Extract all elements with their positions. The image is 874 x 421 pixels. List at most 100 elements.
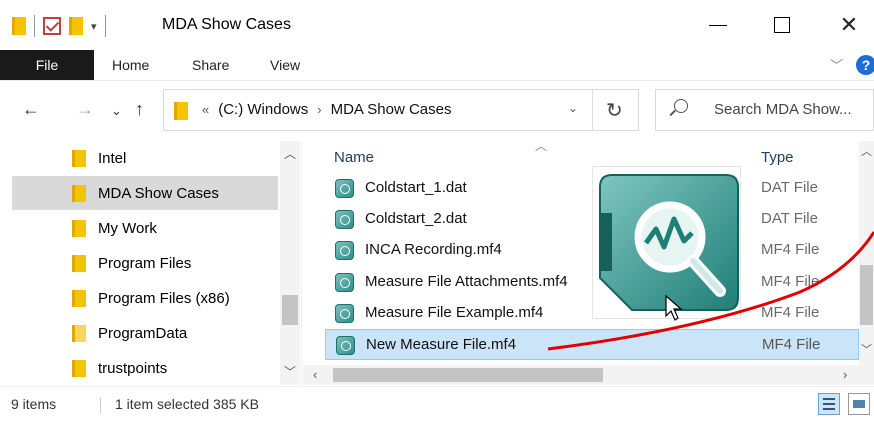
- address-dropdown-icon[interactable]: ⌄: [568, 101, 578, 115]
- divider: [100, 397, 101, 413]
- folder-icon: [72, 219, 86, 237]
- large-icons-view-icon: [853, 400, 865, 408]
- scroll-up-icon[interactable]: ︿: [861, 143, 872, 159]
- scroll-down-icon[interactable]: ﹀: [861, 341, 872, 357]
- file-list-horizontal-scrollbar[interactable]: ‹ ›: [303, 365, 874, 385]
- scrollbar-thumb[interactable]: [333, 368, 603, 382]
- sidebar-item-label: Program Files: [98, 254, 192, 272]
- new-folder-icon[interactable]: [69, 17, 83, 35]
- overflow-chevron-icon[interactable]: «: [202, 102, 209, 117]
- sidebar-item-label: My Work: [98, 219, 157, 237]
- status-bar: 9 items 1 item selected 385 KB: [0, 386, 874, 421]
- details-view-icon: [823, 408, 835, 410]
- selection-info: 1 item selected 385 KB: [115, 396, 259, 412]
- mda-file-icon: [336, 336, 355, 355]
- sidebar-item-label: trustpoints: [98, 359, 168, 377]
- file-list-vertical-scrollbar[interactable]: ︿ ﹀: [859, 141, 874, 365]
- scroll-right-icon[interactable]: ›: [843, 367, 847, 382]
- mda-file-icon: [335, 241, 354, 260]
- mda-file-icon: [335, 179, 354, 198]
- scroll-left-icon[interactable]: ‹: [313, 367, 317, 382]
- tab-view[interactable]: View: [270, 57, 300, 73]
- search-input[interactable]: Search MDA Show...: [714, 101, 852, 118]
- sidebar-scrollbar[interactable]: ︿ ﹀: [280, 141, 300, 385]
- scrollbar-thumb[interactable]: [282, 295, 298, 325]
- tab-file[interactable]: File: [0, 50, 94, 80]
- quick-access-toolbar: ▾: [12, 14, 106, 38]
- sidebar-item-trustpoints[interactable]: trustpoints: [12, 351, 278, 385]
- file-list: ︿ Name Type Coldstart_1.dat DAT File Col…: [303, 139, 874, 385]
- search-icon: [674, 99, 688, 113]
- details-view-icon: [823, 398, 835, 400]
- file-name: Measure File Attachments.mf4: [365, 273, 568, 290]
- tab-share[interactable]: Share: [192, 57, 229, 73]
- folder-icon: [72, 324, 86, 342]
- expand-ribbon-chevron-icon[interactable]: ﹀: [830, 55, 843, 74]
- ribbon: File Home Share View ﹀ ?: [0, 50, 874, 80]
- scroll-down-icon[interactable]: ﹀: [284, 363, 296, 380]
- scroll-up-icon[interactable]: ︿: [284, 145, 296, 162]
- breadcrumb-separator-icon[interactable]: ›: [317, 102, 321, 117]
- details-view-icon: [823, 403, 835, 405]
- title-bar: ▾ MDA Show Cases ✕: [0, 0, 874, 50]
- sidebar-item-label: Intel: [98, 149, 127, 167]
- folder-icon: [72, 184, 86, 202]
- folder-icon: [174, 102, 188, 120]
- back-button[interactable]: ←: [22, 99, 40, 120]
- breadcrumb-item[interactable]: (C:) Windows: [218, 101, 308, 118]
- customize-toolbar-dropdown-icon[interactable]: ▾: [91, 20, 97, 33]
- sidebar-item-label: Program Files (x86): [98, 289, 230, 307]
- sidebar-item-program-files-x86[interactable]: Program Files (x86): [12, 281, 278, 315]
- file-type: MF4 File: [761, 273, 820, 290]
- scrollbar-thumb[interactable]: [860, 265, 873, 325]
- folder-icon: [72, 254, 86, 272]
- sidebar-item-mda-show-cases[interactable]: MDA Show Cases: [12, 176, 278, 210]
- sort-ascending-icon: ︿: [535, 139, 548, 153]
- toolbar-divider: [34, 15, 35, 37]
- file-name: INCA Recording.mf4: [365, 241, 502, 258]
- file-name: New Measure File.mf4: [366, 336, 517, 353]
- sidebar-item-program-files[interactable]: Program Files: [12, 246, 278, 280]
- file-name: Coldstart_1.dat: [365, 179, 467, 196]
- breadcrumb-item[interactable]: MDA Show Cases: [331, 101, 452, 118]
- navigation-pane: Intel MDA Show Cases My Work Program Fil…: [0, 141, 302, 385]
- toolbar-divider: [104, 15, 106, 37]
- breadcrumb: « (C:) Windows › MDA Show Cases: [202, 101, 451, 118]
- search-box[interactable]: Search MDA Show...: [655, 89, 874, 131]
- sidebar-item-intel[interactable]: Intel: [12, 141, 278, 175]
- sidebar-item-label: MDA Show Cases: [98, 184, 219, 202]
- maximize-button[interactable]: [767, 10, 797, 40]
- folder-icon: [72, 289, 86, 307]
- file-type: MF4 File: [761, 304, 820, 321]
- up-button[interactable]: ↑: [135, 99, 144, 120]
- item-count: 9 items: [11, 396, 57, 412]
- minimize-button[interactable]: [703, 10, 733, 40]
- details-view-button[interactable]: [818, 393, 840, 415]
- close-button[interactable]: ✕: [834, 10, 864, 40]
- minimize-icon: [709, 24, 727, 26]
- tab-home[interactable]: Home: [112, 57, 149, 73]
- properties-checkbox-icon[interactable]: [43, 17, 61, 35]
- help-button[interactable]: ?: [856, 55, 874, 75]
- file-type: MF4 File: [762, 336, 821, 353]
- navigation-bar: ← → ⌄ ↑ « (C:) Windows › MDA Show Cases …: [0, 80, 874, 140]
- address-bar[interactable]: « (C:) Windows › MDA Show Cases ⌄ ↻: [163, 89, 639, 131]
- refresh-button[interactable]: ↻: [606, 98, 623, 123]
- file-type: DAT File: [761, 210, 818, 227]
- mda-file-icon: [335, 273, 354, 292]
- divider: [592, 90, 593, 130]
- window-title: MDA Show Cases: [162, 16, 291, 33]
- large-icons-view-button[interactable]: [848, 393, 870, 415]
- forward-button[interactable]: →: [76, 99, 94, 120]
- folder-icon: [72, 359, 86, 377]
- sidebar-item-my-work[interactable]: My Work: [12, 211, 278, 245]
- folder-icon: [72, 149, 86, 167]
- maximize-icon: [774, 17, 790, 33]
- table-row-selected[interactable]: New Measure File.mf4 MF4 File: [325, 329, 859, 360]
- sidebar-item-programdata[interactable]: ProgramData: [12, 316, 278, 350]
- file-name: Measure File Example.mf4: [365, 304, 544, 321]
- mda-file-icon: [335, 304, 354, 323]
- column-header-type[interactable]: Type: [761, 149, 794, 166]
- column-header-name[interactable]: Name: [334, 149, 374, 166]
- recent-locations-dropdown[interactable]: ⌄: [111, 103, 122, 119]
